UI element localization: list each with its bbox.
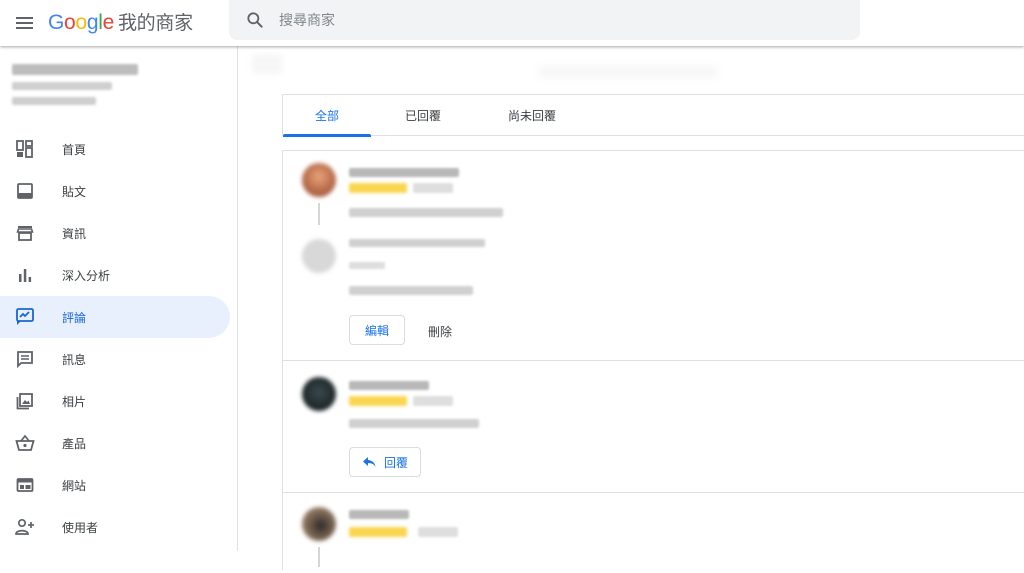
faded-header-element xyxy=(252,54,282,74)
app-logo[interactable]: Google 我的商家 xyxy=(48,8,193,35)
product-name: 我的商家 xyxy=(117,13,193,34)
search-input[interactable] xyxy=(279,0,839,40)
store-icon xyxy=(15,223,35,243)
review-date-blurred xyxy=(418,527,458,537)
reviewer-avatar[interactable] xyxy=(302,163,336,197)
tab-unreplied[interactable]: 尚未回覆 xyxy=(475,95,589,136)
sidebar-nav: 首頁 貼文 資訊 深入分析 評論 訊息 相片 產品 網站 使用者 xyxy=(0,128,238,548)
review-date-blurred xyxy=(413,183,453,193)
review-text-blurred xyxy=(349,419,479,428)
review-list: 編輯 刪除 回覆 xyxy=(282,150,1024,570)
review-card: 編輯 刪除 xyxy=(283,151,1024,361)
logo-letter: g xyxy=(86,11,99,34)
sidebar-item-label: 評論 xyxy=(62,310,87,325)
main-content: 全部 已回覆 尚未回覆 編輯 刪除 回覆 xyxy=(238,46,1024,570)
sidebar-item-info[interactable]: 資訊 xyxy=(0,212,238,254)
sidebar-item-messages[interactable]: 訊息 xyxy=(0,338,238,380)
owner-name-blurred xyxy=(349,239,485,247)
hamburger-menu-icon[interactable] xyxy=(12,11,36,35)
search-bar[interactable] xyxy=(229,0,860,40)
sidebar-item-products[interactable]: 產品 xyxy=(0,422,238,464)
review-filter-tabs: 全部 已回覆 尚未回覆 xyxy=(282,94,1024,137)
reviewer-avatar[interactable] xyxy=(302,377,336,411)
tab-all[interactable]: 全部 xyxy=(283,95,371,137)
sidebar-item-reviews[interactable]: 評論 xyxy=(0,296,230,338)
sidebar-item-website[interactable]: 網站 xyxy=(0,464,238,506)
sidebar: 首頁 貼文 資訊 深入分析 評論 訊息 相片 產品 網站 使用者 xyxy=(0,46,238,551)
photo-icon xyxy=(15,391,35,411)
reviewer-avatar[interactable] xyxy=(302,507,336,541)
logo-letter: G xyxy=(48,11,65,34)
review-card: 回覆 xyxy=(283,361,1024,493)
delete-reply-button[interactable]: 刪除 xyxy=(428,323,452,340)
website-icon xyxy=(15,475,35,495)
review-date-blurred xyxy=(413,396,453,406)
sidebar-item-label: 深入分析 xyxy=(62,268,111,283)
sidebar-item-label: 使用者 xyxy=(62,520,99,535)
sidebar-item-label: 資訊 xyxy=(62,226,87,241)
sidebar-item-label: 相片 xyxy=(62,394,87,409)
reply-icon xyxy=(362,457,376,467)
faded-header-element xyxy=(538,66,718,78)
sidebar-item-label: 網站 xyxy=(62,478,87,493)
thread-line xyxy=(318,547,320,567)
sidebar-item-label: 訊息 xyxy=(62,352,87,367)
star-rating xyxy=(349,396,407,406)
owner-avatar xyxy=(302,239,336,273)
reviewer-name-blurred[interactable] xyxy=(349,168,459,177)
reply-text-blurred xyxy=(349,286,473,295)
review-icon xyxy=(15,307,35,327)
dashboard-icon xyxy=(15,139,35,159)
reply-button-label: 回覆 xyxy=(383,455,408,470)
sidebar-item-label: 產品 xyxy=(62,436,87,451)
add-user-icon xyxy=(15,517,35,537)
tab-replied[interactable]: 已回覆 xyxy=(371,95,475,136)
top-app-bar: Google 我的商家 xyxy=(0,0,1024,46)
sidebar-item-label: 首頁 xyxy=(62,142,87,157)
basket-icon xyxy=(15,433,35,453)
message-icon xyxy=(15,349,35,369)
reviewer-name-blurred[interactable] xyxy=(349,510,409,519)
review-text-blurred xyxy=(349,208,503,217)
thread-line xyxy=(318,203,320,225)
logo-letter: e xyxy=(102,11,115,34)
sidebar-item-home[interactable]: 首頁 xyxy=(0,128,238,170)
logo-letter: o xyxy=(75,11,87,34)
review-card xyxy=(283,493,1024,573)
sidebar-item-photos[interactable]: 相片 xyxy=(0,380,238,422)
post-icon xyxy=(15,181,35,201)
search-icon[interactable] xyxy=(245,10,265,30)
logo-letter: o xyxy=(64,11,76,34)
reply-date-blurred xyxy=(349,262,385,269)
reply-button[interactable]: 回覆 xyxy=(349,447,421,477)
star-rating xyxy=(349,527,407,537)
reviewer-name-blurred[interactable] xyxy=(349,381,429,390)
star-rating xyxy=(349,183,407,193)
sidebar-item-label: 貼文 xyxy=(62,184,87,199)
bar-chart-icon xyxy=(15,265,35,285)
sidebar-item-insights[interactable]: 深入分析 xyxy=(0,254,238,296)
sidebar-item-posts[interactable]: 貼文 xyxy=(0,170,238,212)
edit-reply-button[interactable]: 編輯 xyxy=(349,315,405,345)
sidebar-item-users[interactable]: 使用者 xyxy=(0,506,238,548)
business-info-blurred[interactable] xyxy=(12,64,138,112)
